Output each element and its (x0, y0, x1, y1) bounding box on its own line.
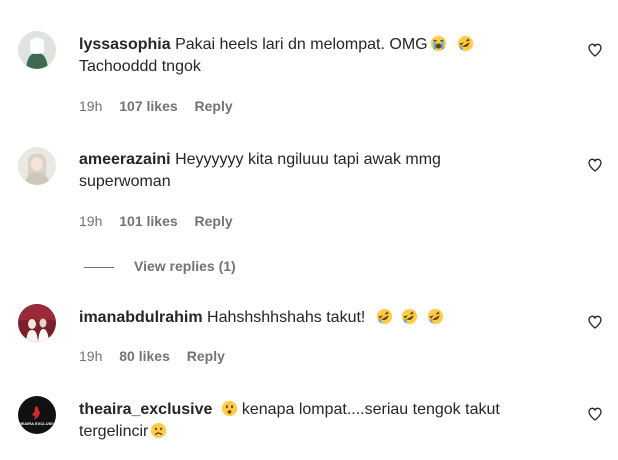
comment-time: 19h (79, 213, 103, 229)
reply-button[interactable]: Reply (195, 213, 233, 229)
comment-text-block: ameerazaini Heyyyyyy kita ngiluuu tapi a… (79, 149, 499, 193)
reply-button[interactable]: Reply (187, 348, 225, 364)
avatar-logo-text: THEAIRA EXCLUSIVE (18, 421, 56, 426)
comment-text-continued: Tachooddd tngok (79, 58, 201, 75)
comment-time: 19h (79, 98, 103, 114)
avatar[interactable] (18, 147, 56, 185)
frowning-face-emoji (221, 400, 238, 417)
slightly-frowning-face-emoji (151, 422, 167, 439)
comment-username[interactable]: lyssasophia (79, 36, 171, 53)
view-replies-label: View replies (1) (134, 258, 236, 274)
heart-icon[interactable] (587, 314, 603, 330)
comment-meta: 19h 107 likes Reply (79, 98, 246, 114)
comment-text-block: lyssasophia Pakai heels lari dn melompat… (79, 34, 539, 78)
avatar[interactable]: THEAIRA EXCLUSIVE (18, 396, 56, 434)
heart-icon[interactable] (587, 42, 603, 58)
avatar-image (18, 304, 56, 342)
likes-count[interactable]: 101 likes (119, 213, 177, 229)
comment-username[interactable]: theaira_exclusive (79, 401, 212, 418)
comment-text: Hahshshhshahs takut! (207, 309, 366, 326)
rolling-on-floor-laughing-emoji (427, 308, 443, 325)
avatar[interactable] (18, 31, 56, 69)
likes-count[interactable]: 107 likes (119, 98, 177, 114)
likes-count[interactable]: 80 likes (119, 348, 170, 364)
avatar-image (18, 31, 56, 69)
comment-text-block: theaira_exclusive kenapa lompat....seria… (79, 399, 539, 443)
loudly-crying-face-emoji (430, 35, 446, 52)
heart-icon[interactable] (587, 406, 603, 422)
view-replies-divider (84, 266, 114, 268)
avatar[interactable] (18, 304, 56, 342)
comment-meta: 19h 80 likes Reply (79, 348, 238, 364)
comment-username[interactable]: imanabdulrahim (79, 309, 203, 326)
rolling-on-floor-laughing-emoji (457, 35, 474, 52)
comment-text: Pakai heels lari dn melompat. OMG (175, 36, 428, 53)
rolling-on-floor-laughing-emoji (376, 308, 392, 325)
comment-username[interactable]: ameerazaini (79, 151, 171, 168)
rolling-on-floor-laughing-emoji (402, 308, 418, 325)
comment-time: 19h (79, 348, 103, 364)
reply-button[interactable]: Reply (195, 98, 233, 114)
view-replies-button[interactable]: View replies (1) (84, 258, 236, 274)
comment-text-block: imanabdulrahim Hahshshhshahs takut! (79, 307, 539, 329)
avatar-image: THEAIRA EXCLUSIVE (18, 396, 56, 434)
heart-icon[interactable] (587, 157, 603, 173)
comment-meta: 19h 101 likes Reply (79, 213, 246, 229)
avatar-image (18, 147, 56, 185)
